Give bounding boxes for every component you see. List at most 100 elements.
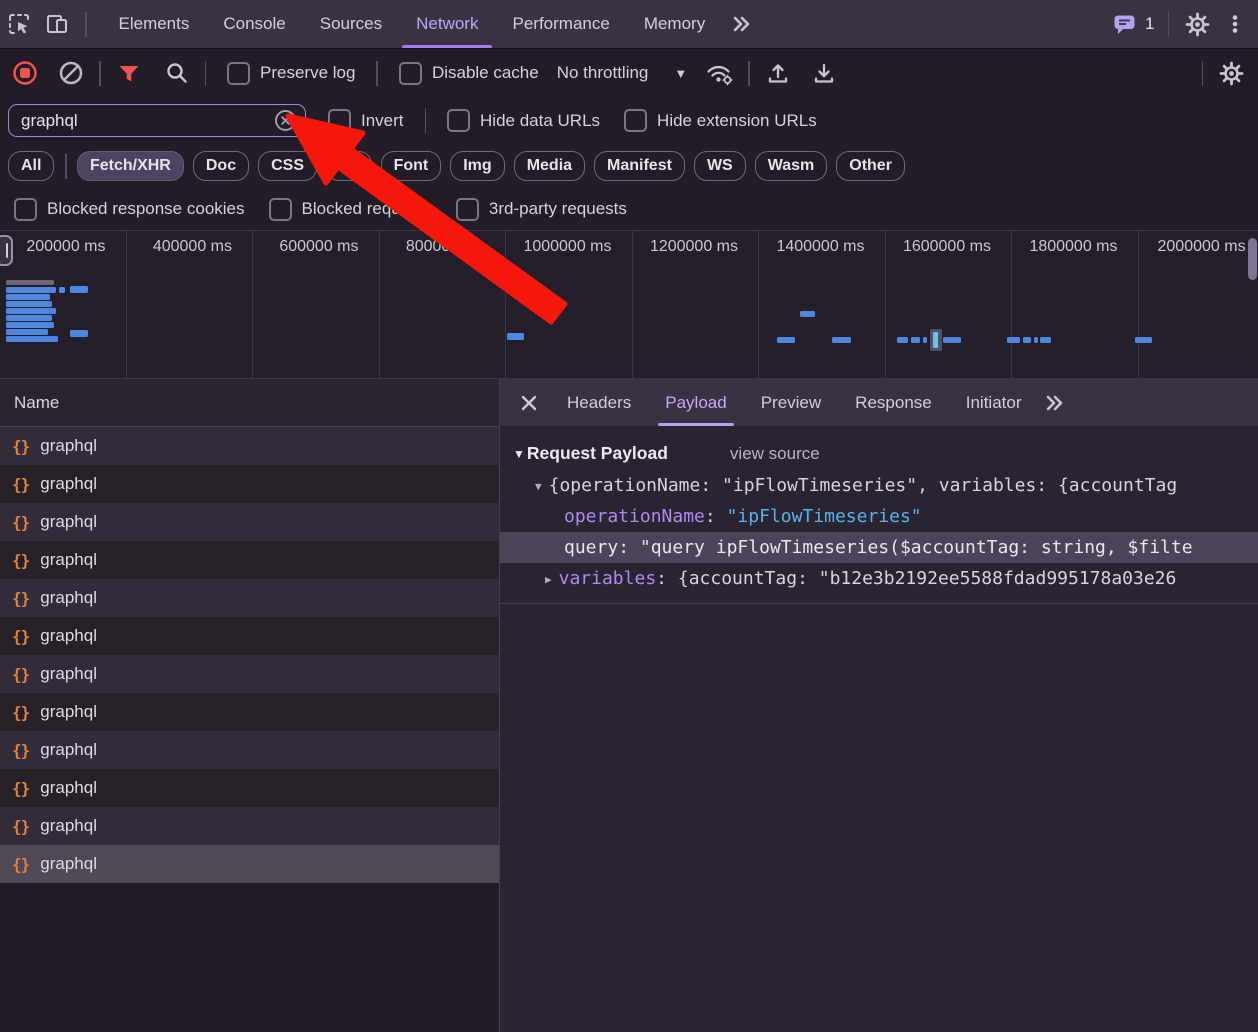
detail-tab-preview[interactable]: Preview xyxy=(744,380,838,426)
request-row[interactable]: {}graphql xyxy=(0,465,499,503)
clear-filter-button[interactable] xyxy=(274,109,297,132)
type-chip-font[interactable]: Font xyxy=(381,151,442,181)
devtools-window: ElementsConsoleSourcesNetworkPerformance… xyxy=(0,0,1258,1032)
chips-divider xyxy=(65,154,67,179)
payload-query-line-selected[interactable]: query: "query ipFlowTimeseries($accountT… xyxy=(500,532,1258,563)
network-overview-timeline[interactable]: 200000 ms400000 ms600000 ms800000 ms1000… xyxy=(0,230,1258,379)
timeline-scrollbar-thumb[interactable] xyxy=(1248,238,1257,280)
payload-root-line[interactable]: ▼{operationName: "ipFlowTimeseries", var… xyxy=(500,470,1258,501)
request-row[interactable]: {}graphql xyxy=(0,427,499,465)
type-chip-all[interactable]: All xyxy=(8,151,54,181)
type-chip-ws[interactable]: WS xyxy=(694,151,746,181)
filter-checkbox-blocked-requests[interactable]: Blocked requests xyxy=(269,198,432,221)
request-name: graphql xyxy=(40,778,97,798)
type-chip-js[interactable]: JS xyxy=(326,151,372,181)
request-name: graphql xyxy=(40,588,97,608)
network-conditions-button[interactable] xyxy=(701,53,739,93)
timeline-request-bar xyxy=(6,308,56,314)
record-network-log-button[interactable] xyxy=(6,53,44,93)
request-row[interactable]: {}graphql xyxy=(0,693,499,731)
filter-input[interactable] xyxy=(19,110,274,132)
clear-network-log-button[interactable] xyxy=(52,53,90,93)
toolbar-divider xyxy=(376,61,378,86)
request-row[interactable]: {}graphql xyxy=(0,541,499,579)
more-options-button[interactable] xyxy=(1216,4,1254,44)
checkbox-label: 3rd-party requests xyxy=(489,199,627,219)
detail-tab-payload[interactable]: Payload xyxy=(648,380,743,426)
timeline-left-handle[interactable] xyxy=(0,235,13,266)
more-tabs-button[interactable] xyxy=(722,4,760,44)
view-source-link[interactable]: view source xyxy=(730,444,820,464)
request-name: graphql xyxy=(40,512,97,532)
type-chip-manifest[interactable]: Manifest xyxy=(594,151,685,181)
type-chip-img[interactable]: Img xyxy=(450,151,504,181)
expander-icon[interactable]: ▼ xyxy=(535,480,542,493)
toolbar-divider xyxy=(1168,12,1170,37)
network-main-area: Name {}graphql{}graphql{}graphql{}graphq… xyxy=(0,379,1258,1032)
filter-checkbox-3rd-party-requests[interactable]: 3rd-party requests xyxy=(456,198,627,221)
filter-toggle-button[interactable] xyxy=(110,53,148,93)
tab-console[interactable]: Console xyxy=(206,0,302,48)
request-detail-panel: HeadersPayloadPreviewResponseInitiator ▼… xyxy=(500,379,1258,1032)
type-chip-fetch-xhr[interactable]: Fetch/XHR xyxy=(77,151,184,181)
detail-tab-headers[interactable]: Headers xyxy=(550,380,648,426)
network-toolbar: Preserve log Disable cache No throttling… xyxy=(0,49,1258,97)
checkbox-label: Preserve log xyxy=(260,63,355,83)
close-detail-button[interactable] xyxy=(518,392,540,414)
throttling-select[interactable]: No throttling ▼ xyxy=(557,63,688,83)
inspect-element-button[interactable] xyxy=(0,4,38,44)
type-chip-media[interactable]: Media xyxy=(514,151,585,181)
settings-button[interactable] xyxy=(1178,4,1216,44)
checkbox-box xyxy=(269,198,292,221)
invert-checkbox[interactable]: Invert xyxy=(328,109,404,132)
tab-performance[interactable]: Performance xyxy=(495,0,626,48)
detail-tab-response[interactable]: Response xyxy=(838,380,949,426)
payload-operation-name-line[interactable]: operationName: "ipFlowTimeseries" xyxy=(500,501,1258,532)
issues-button[interactable]: 1 xyxy=(1107,11,1158,38)
name-column-header[interactable]: Name xyxy=(0,379,499,427)
request-row[interactable]: {}graphql xyxy=(0,579,499,617)
tab-memory[interactable]: Memory xyxy=(627,0,722,48)
type-chip-wasm[interactable]: Wasm xyxy=(755,151,828,181)
request-row[interactable]: {} graphql xyxy=(0,769,499,807)
expander-icon[interactable]: ▶ xyxy=(545,573,552,586)
request-row[interactable]: {}graphql xyxy=(0,807,499,845)
type-chip-other[interactable]: Other xyxy=(836,151,905,181)
payload-variables-line[interactable]: ▶variables: {accountTag: "b12e3b2192ee55… xyxy=(500,563,1258,594)
type-chip-css[interactable]: CSS xyxy=(258,151,317,181)
import-har-button[interactable] xyxy=(759,53,797,93)
more-detail-tabs-button[interactable] xyxy=(1040,390,1068,416)
tab-elements[interactable]: Elements xyxy=(102,0,207,48)
expander-icon[interactable]: ▼ xyxy=(513,447,525,461)
detail-tab-initiator[interactable]: Initiator xyxy=(949,380,1039,426)
json-request-icon: {} xyxy=(12,779,29,798)
checkbox-box xyxy=(456,198,479,221)
request-row[interactable]: {}graphql xyxy=(0,731,499,769)
clear-icon xyxy=(57,59,85,87)
timeline-request-bar xyxy=(6,329,48,335)
device-toolbar-button[interactable] xyxy=(38,4,76,44)
payload-key: variables xyxy=(559,568,657,589)
tab-network[interactable]: Network xyxy=(399,0,495,48)
network-settings-button[interactable] xyxy=(1212,53,1250,93)
download-icon xyxy=(811,60,837,86)
preserve-log-checkbox[interactable]: Preserve log xyxy=(227,62,355,85)
export-har-button[interactable] xyxy=(805,53,843,93)
filter-checkbox-blocked-response-cookies[interactable]: Blocked response cookies xyxy=(14,198,245,221)
search-button[interactable] xyxy=(158,53,196,93)
json-request-icon: {} xyxy=(12,627,29,646)
tab-sources[interactable]: Sources xyxy=(303,0,399,48)
timeline-request-bar xyxy=(800,311,815,317)
request-row[interactable]: {}graphql xyxy=(0,617,499,655)
json-request-icon: {} xyxy=(12,741,29,760)
type-chip-doc[interactable]: Doc xyxy=(193,151,249,181)
request-row[interactable]: {}graphql xyxy=(0,503,499,541)
request-row[interactable]: {}graphql xyxy=(0,655,499,693)
toolbar-divider xyxy=(748,61,750,86)
issues-count: 1 xyxy=(1145,14,1154,34)
filter-row: Invert Hide data URLs Hide extension URL… xyxy=(0,97,1258,144)
hide-extension-urls-checkbox[interactable]: Hide extension URLs xyxy=(624,109,817,132)
disable-cache-checkbox[interactable]: Disable cache xyxy=(399,62,539,85)
hide-data-urls-checkbox[interactable]: Hide data URLs xyxy=(447,109,600,132)
request-row[interactable]: {}graphql xyxy=(0,845,499,883)
